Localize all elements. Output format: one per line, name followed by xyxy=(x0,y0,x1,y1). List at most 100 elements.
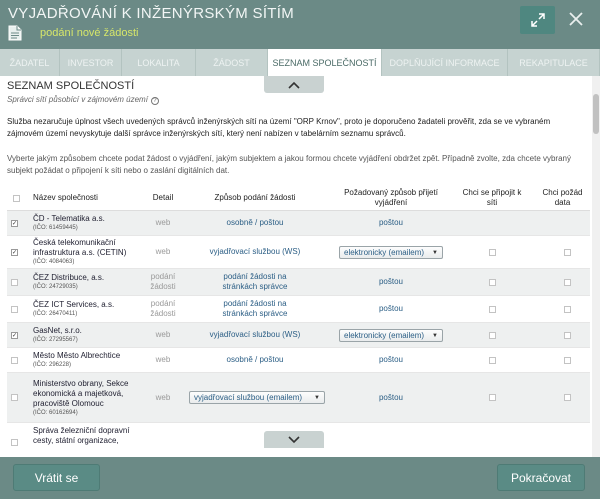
company-ico: (IČO: 26470411) xyxy=(33,311,78,317)
expand-down-button[interactable] xyxy=(264,431,324,448)
row-checkbox[interactable] xyxy=(11,394,18,401)
content-scrollbar[interactable] xyxy=(592,76,600,457)
tab-rekapitulace[interactable]: REKAPITULACE xyxy=(508,49,600,76)
detail-link[interactable]: web xyxy=(143,211,183,235)
company-cell: Česká telekomunikační infrastruktura a.s… xyxy=(33,238,143,266)
company-name: Česká telekomunikační infrastruktura a.s… xyxy=(33,238,127,257)
data-checkbox[interactable] xyxy=(564,248,571,256)
response-select[interactable]: elektronicky (emailem) ▼ xyxy=(339,328,443,342)
row-checkbox[interactable] xyxy=(11,305,18,313)
collapse-up-button[interactable] xyxy=(264,76,324,93)
section-subtitle: Správci sítí působící v zájmovém území? xyxy=(7,95,159,105)
header-response: Požadovaný způsob přijetí vyjádření xyxy=(344,188,438,207)
company-cell: Ministerstvo obrany, Sekce ekonomická a … xyxy=(33,379,145,417)
detail-link[interactable]: web xyxy=(143,348,183,372)
chevron-down-icon xyxy=(288,435,300,443)
connect-checkbox[interactable] xyxy=(489,248,496,256)
method-value: vyjadřovací službou (WS) xyxy=(209,247,301,256)
info-icon[interactable]: ? xyxy=(150,97,159,105)
section-title: SEZNAM SPOLEČNOSTÍ xyxy=(7,80,135,92)
company-name: ČEZ ICT Services, a.s. xyxy=(33,300,115,309)
company-ico: (IČO: 4084063) xyxy=(33,259,75,265)
row-checkbox[interactable]: ✓ xyxy=(11,331,18,339)
table-row: Ministerstvo obrany, Sekce ekonomická a … xyxy=(7,373,590,423)
chevron-down-icon: ▼ xyxy=(314,395,320,401)
wizard-tabs: ŽADATEL INVESTOR LOKALITA ŽÁDOST SEZNAM … xyxy=(0,49,600,76)
tab-investor[interactable]: INVESTOR xyxy=(60,49,122,76)
table-row: ✓ GasNet, s.r.o. (IČO: 27295567) web vyja… xyxy=(7,323,590,348)
connect-checkbox[interactable] xyxy=(489,394,496,401)
header-name: Název společnosti xyxy=(33,193,98,202)
connect-checkbox[interactable] xyxy=(489,356,496,364)
data-checkbox[interactable] xyxy=(564,394,571,401)
close-button[interactable] xyxy=(566,8,586,30)
expand-icon xyxy=(530,13,545,27)
table-row: Město Město Albrechtice (IČO: 296228) web… xyxy=(7,348,590,373)
row-checkbox[interactable] xyxy=(11,278,18,286)
back-button[interactable]: Vrátit se xyxy=(13,464,100,491)
detail-link[interactable]: web xyxy=(143,236,183,268)
continue-button[interactable]: Pokračovat xyxy=(497,464,585,491)
connect-checkbox[interactable] xyxy=(489,305,496,313)
detail-link[interactable]: podání žádosti xyxy=(143,269,183,295)
company-ico: (IČO: 27295567) xyxy=(33,337,78,343)
detail-link[interactable]: web xyxy=(143,323,183,347)
expand-button[interactable] xyxy=(520,6,555,34)
data-checkbox[interactable] xyxy=(564,278,571,286)
data-checkbox[interactable] xyxy=(564,356,571,364)
response-select-value: elektronicky (emailem) xyxy=(344,330,425,340)
tab-doplnujici-informace[interactable]: DOPLŇUJÍCÍ INFORMACE xyxy=(382,49,508,76)
response-value: poštou xyxy=(378,355,404,364)
header-method: Způsob podání žádosti xyxy=(214,193,296,202)
document-icon xyxy=(8,25,22,41)
tab-zadost[interactable]: ŽÁDOST xyxy=(196,49,268,76)
dialog-footer: Vrátit se Pokračovat xyxy=(0,457,600,499)
tab-zadatel[interactable]: ŽADATEL xyxy=(0,49,60,76)
response-select[interactable]: elektronicky (emailem) ▼ xyxy=(339,245,443,259)
row-checkbox[interactable]: ✓ xyxy=(11,248,18,256)
tab-seznam-spolecnosti[interactable]: SEZNAM SPOLEČNOSTÍ xyxy=(268,49,382,76)
row-checkbox[interactable] xyxy=(11,356,18,364)
content-area: SEZNAM SPOLEČNOSTÍ Správci sítí působící… xyxy=(0,76,600,457)
detail-link[interactable]: podání žádosti xyxy=(143,296,183,322)
company-cell: GasNet, s.r.o. (IČO: 27295567) xyxy=(33,326,82,344)
company-name: Správa železniční dopravní cesty, státní… xyxy=(33,426,130,445)
close-icon xyxy=(569,12,583,26)
select-all-checkbox[interactable] xyxy=(12,194,20,202)
table-row: ✓ Česká telekomunikační infrastruktura a… xyxy=(7,236,590,269)
data-checkbox[interactable] xyxy=(564,305,571,313)
section-subtitle-text: Správci sítí působící v zájmovém území xyxy=(7,95,148,104)
method-select[interactable]: vyjadřovací službou (emailem) ▼ xyxy=(189,391,325,404)
header-connect: Chci se připojit k síti xyxy=(462,188,522,207)
company-cell: Správa železniční dopravní cesty, státní… xyxy=(33,426,145,446)
detail-link[interactable]: web xyxy=(143,373,183,422)
method-value[interactable]: podání žádosti na stránkách správce xyxy=(205,296,305,322)
table-header: Název společnosti Detail Způsob podání ž… xyxy=(7,185,590,211)
table-row: ✓ ČD - Telematika a.s. (IČO: 61459445) we… xyxy=(7,211,590,236)
connect-checkbox[interactable] xyxy=(489,278,496,286)
method-value[interactable]: podání žádosti na stránkách správce xyxy=(205,269,305,295)
company-ico: (IČO: 24729035) xyxy=(33,284,78,290)
method-value: osobně / poštou xyxy=(226,355,284,364)
select-all-cell xyxy=(11,185,21,211)
row-checkbox[interactable] xyxy=(11,439,18,446)
chevron-down-icon: ▼ xyxy=(432,332,438,339)
company-name: Ministerstvo obrany, Sekce ekonomická a … xyxy=(33,378,129,408)
coverage-disclaimer: Služba nezaručuje úplnost všech uvedenýc… xyxy=(7,117,551,138)
company-cell: ČEZ ICT Services, a.s. (IČO: 26470411) xyxy=(33,300,114,318)
response-value: poštou xyxy=(378,277,404,286)
response-value: poštou xyxy=(378,218,404,227)
company-name: GasNet, s.r.o. xyxy=(33,326,82,335)
company-name: ČD - Telematika a.s. xyxy=(33,214,105,223)
header-detail: Detail xyxy=(152,193,174,202)
instructions-text: Vyberte jakým způsobem chcete podat žádo… xyxy=(7,154,571,175)
data-checkbox[interactable] xyxy=(564,331,571,339)
company-name: ČEZ Distribuce, a.s. xyxy=(33,273,105,282)
dialog-subtitle: podání nové žádosti xyxy=(40,27,139,39)
companies-table: Název společnosti Detail Způsob podání ž… xyxy=(7,185,590,457)
row-checkbox[interactable]: ✓ xyxy=(11,219,18,227)
scrollbar-thumb[interactable] xyxy=(593,94,599,134)
tab-lokalita[interactable]: LOKALITA xyxy=(122,49,196,76)
connect-checkbox[interactable] xyxy=(489,331,496,339)
dialog-header: VYJADŘOVÁNÍ K INŽENÝRSKÝM SÍTÍM podání n… xyxy=(0,0,600,46)
